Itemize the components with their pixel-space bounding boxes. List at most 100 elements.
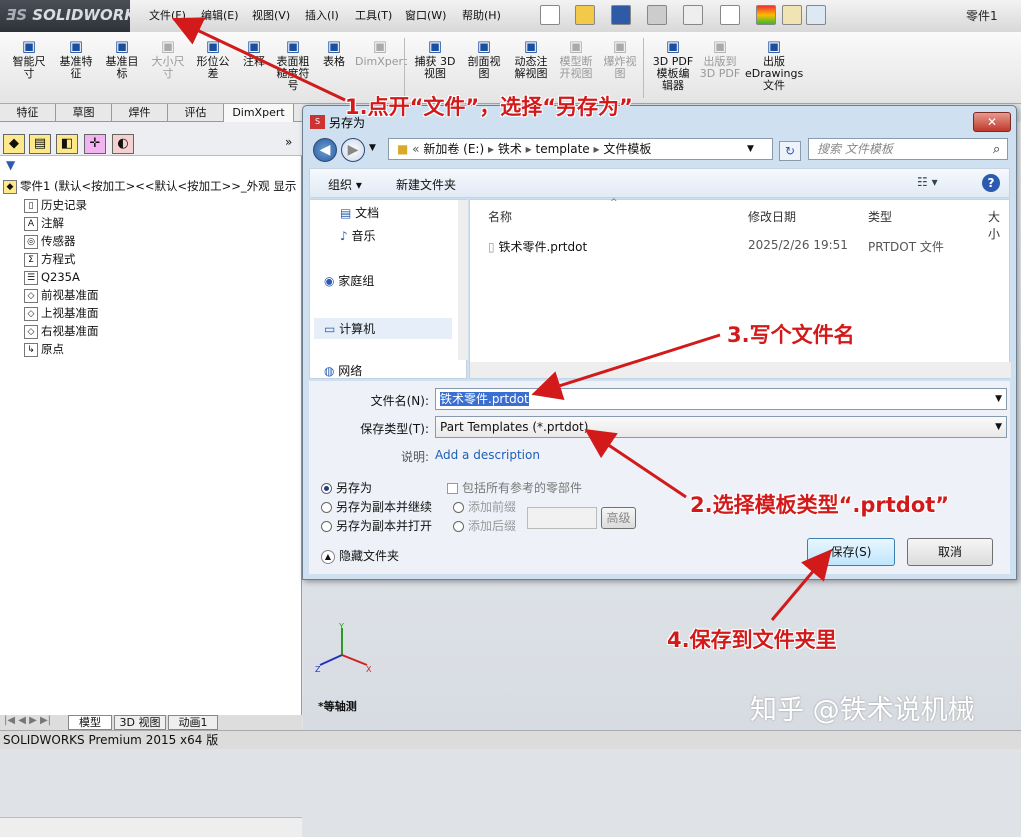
refresh-icon[interactable]: ↻ xyxy=(779,141,801,161)
ribbon-button-16[interactable]: ▣ 出版 eDrawings 文件 xyxy=(745,38,803,92)
ribbon-button-3[interactable]: ▣ 大小尺 寸 xyxy=(147,38,189,80)
filename-input[interactable]: 铁术零件.prtdot ▼ xyxy=(435,388,1007,410)
savetype-select[interactable]: Part Templates (*.prtdot) ▼ xyxy=(435,416,1007,438)
tab-dimxpert[interactable]: DimXpert xyxy=(224,104,294,122)
forward-icon[interactable]: ▶ xyxy=(341,138,365,162)
menu-window[interactable]: 窗口(W) xyxy=(405,7,446,23)
column-type[interactable]: 类型 xyxy=(868,208,892,225)
ribbon-button-4[interactable]: ▣ 形位公 差 xyxy=(192,38,234,80)
tab-evaluate[interactable]: 评估 xyxy=(168,104,224,122)
tree-item[interactable]: ↳ 原点 xyxy=(24,340,64,358)
nav-scrollbar[interactable] xyxy=(458,200,468,360)
history-dropdown-icon[interactable]: ▼ xyxy=(369,143,376,153)
menu-file[interactable]: 文件(F) xyxy=(149,7,186,23)
configuration-manager-icon[interactable]: ◧ xyxy=(56,134,78,154)
tree-item[interactable]: ◎ 传感器 xyxy=(24,232,76,250)
file-properties-icon[interactable] xyxy=(782,5,802,25)
tree-item[interactable]: A 注解 xyxy=(24,214,64,232)
column-size[interactable]: 大小 xyxy=(988,208,1009,242)
address-bar[interactable]: ■ « 新加卷 (E:) ▸ 铁术 ▸ template ▸ 文件模板 ▼ xyxy=(388,138,773,160)
view-options-icon[interactable]: ☷ ▾ xyxy=(917,175,938,189)
ribbon-button-1[interactable]: ▣ 基准特 征 xyxy=(55,38,97,80)
open-file-icon[interactable] xyxy=(575,5,595,25)
ribbon-button-2[interactable]: ▣ 基准目 标 xyxy=(101,38,143,80)
ribbon-button-7[interactable]: ▣ 表格 xyxy=(318,38,350,68)
select-icon[interactable] xyxy=(720,5,740,25)
advanced-button[interactable]: 高级 xyxy=(601,507,636,529)
tab-3d-view[interactable]: 3D 视图 xyxy=(114,715,166,730)
ribbon-button-9[interactable]: ▣ 捕获 3D 视图 xyxy=(413,38,457,80)
tree-root[interactable]: ◆ 零件1 (默认<按加工><<默认<按加工>>_外观 显示 xyxy=(3,177,296,195)
column-name[interactable]: 名称 xyxy=(488,208,512,225)
ribbon-button-13[interactable]: ▣ 爆炸视 图 xyxy=(600,38,640,80)
new-folder-button[interactable]: 新建文件夹 xyxy=(396,176,456,193)
tab-features[interactable]: 特征 xyxy=(0,104,56,122)
description-link[interactable]: Add a description xyxy=(435,448,540,462)
tree-item[interactable]: ◇ 前视基准面 xyxy=(24,286,99,304)
print-icon[interactable] xyxy=(647,5,667,25)
ribbon-button-10[interactable]: ▣ 剖面视 图 xyxy=(463,38,505,80)
help-icon[interactable]: ? xyxy=(982,174,1000,192)
tree-item[interactable]: ◇ 右视基准面 xyxy=(24,322,99,340)
menu-tools[interactable]: 工具(T) xyxy=(355,7,392,23)
ribbon-button-11[interactable]: ▣ 动态注 解视图 xyxy=(509,38,553,80)
nav-item[interactable]: ▭ 计算机 xyxy=(314,318,452,339)
property-manager-icon[interactable]: ▤ xyxy=(29,134,51,154)
filename-dropdown-icon[interactable]: ▼ xyxy=(995,389,1002,409)
path-folder-3[interactable]: 文件模板 xyxy=(603,142,651,156)
expand-arrow-icon[interactable]: » xyxy=(285,135,292,149)
feature-tree-icon[interactable]: ◆ xyxy=(3,134,25,154)
path-drive[interactable]: 新加卷 (E:) xyxy=(423,142,484,156)
tree-item[interactable]: ☰ Q235A xyxy=(24,268,80,286)
new-file-icon[interactable] xyxy=(540,5,560,25)
tree-item[interactable]: ◇ 上视基准面 xyxy=(24,304,99,322)
menu-view[interactable]: 视图(V) xyxy=(252,7,290,23)
undo-icon[interactable] xyxy=(683,5,703,25)
menu-help[interactable]: 帮助(H) xyxy=(462,7,501,23)
save-icon[interactable] xyxy=(611,5,631,25)
nav-item[interactable]: ▤ 文档 xyxy=(340,204,379,221)
tab-scroll-icon[interactable]: |◀ ◀ ▶ ▶| xyxy=(4,715,51,726)
ribbon-button-8[interactable]: ▣ DimXpert xyxy=(355,38,407,68)
column-date[interactable]: 修改日期 xyxy=(748,208,796,225)
radio-save-as[interactable]: 另存为 xyxy=(321,479,372,496)
search-input[interactable]: 搜索 文件模板 xyxy=(808,138,1008,160)
nav-item[interactable]: ♪ 音乐 xyxy=(340,227,376,244)
nav-item[interactable]: ◍ 网络 xyxy=(324,362,362,379)
include-references-checkbox[interactable]: 包括所有参考的零部件 xyxy=(447,479,582,496)
menu-insert[interactable]: 插入(I) xyxy=(305,7,339,23)
organize-button[interactable]: 组织 ▾ xyxy=(328,176,362,193)
address-dropdown-icon[interactable]: ▼ xyxy=(747,139,754,159)
tree-item[interactable]: ▯ 历史记录 xyxy=(24,196,87,214)
options-icon[interactable] xyxy=(806,5,826,25)
radio-suffix[interactable]: 添加后缀 xyxy=(453,517,516,534)
ribbon-button-5[interactable]: ▣ 注释 xyxy=(238,38,270,68)
ribbon-button-0[interactable]: ▣ 智能尺 寸 xyxy=(8,38,50,80)
file-list-scrollbar[interactable] xyxy=(470,362,1011,378)
tree-item[interactable]: Σ 方程式 xyxy=(24,250,76,268)
dimxpert-manager-icon[interactable]: ✛ xyxy=(84,134,106,154)
search-icon[interactable]: ⌕ xyxy=(993,142,1000,157)
save-button[interactable]: 保存(S) xyxy=(807,538,895,566)
close-button[interactable]: ✕ xyxy=(973,112,1011,132)
ribbon-button-15[interactable]: ▣ 出版到 3D PDF xyxy=(698,38,742,80)
display-manager-icon[interactable]: ◐ xyxy=(112,134,134,154)
savetype-dropdown-icon[interactable]: ▼ xyxy=(995,417,1002,437)
radio-prefix[interactable]: 添加前缀 xyxy=(453,498,516,515)
tab-weldments[interactable]: 焊件 xyxy=(112,104,168,122)
nav-item[interactable]: ◉ 家庭组 xyxy=(324,272,374,289)
file-row[interactable]: ▯ 铁术零件.prtdot 2025/2/26 19:51 PRTDOT 文件 xyxy=(488,238,1008,256)
hide-folders-toggle[interactable]: ▲ 隐藏文件夹 xyxy=(321,547,399,564)
horizontal-scrollbar[interactable] xyxy=(0,817,302,837)
affix-input[interactable] xyxy=(527,507,597,529)
cancel-button[interactable]: 取消 xyxy=(907,538,993,566)
rebuild-icon[interactable] xyxy=(756,5,776,25)
path-folder-1[interactable]: 铁术 xyxy=(498,142,522,156)
tab-model[interactable]: 模型 xyxy=(68,715,112,730)
back-icon[interactable]: ◀ xyxy=(313,138,337,162)
filter-icon[interactable]: ▼ xyxy=(6,158,15,172)
tab-sketch[interactable]: 草图 xyxy=(56,104,112,122)
path-folder-2[interactable]: template xyxy=(536,142,590,156)
ribbon-button-6[interactable]: ▣ 表面粗 糙度符 号 xyxy=(272,38,314,92)
tab-animation[interactable]: 动画1 xyxy=(168,715,218,730)
